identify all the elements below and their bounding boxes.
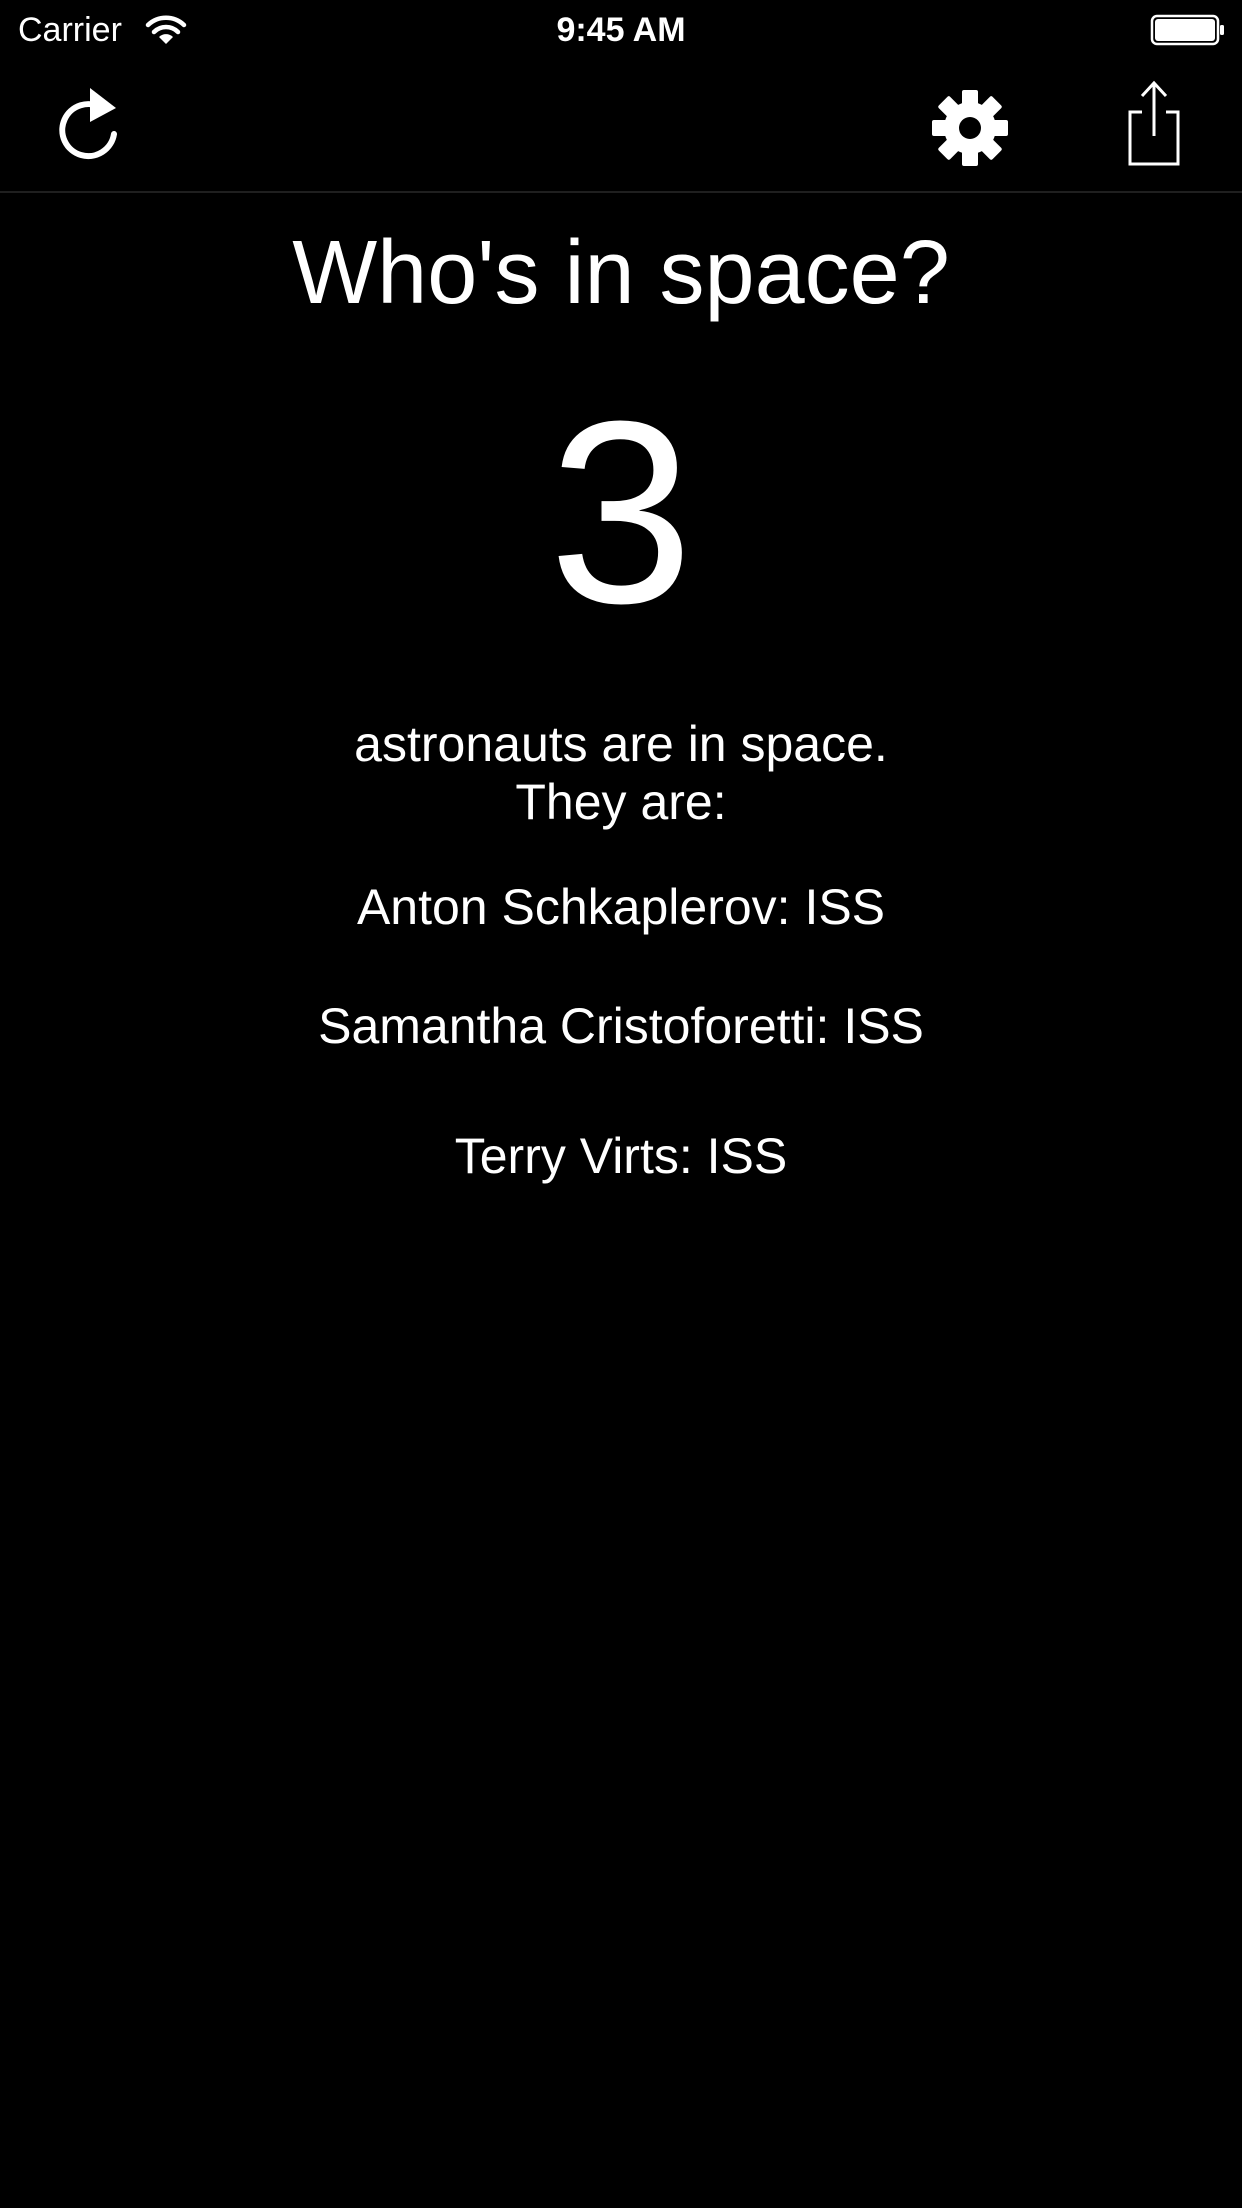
list-item: Anton Schkaplerov: ISS bbox=[356, 879, 886, 935]
app-screen: Carrier 9:45 AM Who's in space? 3 astron… bbox=[0, 0, 1242, 2208]
share-icon bbox=[1128, 80, 1180, 166]
summary-line: They are: bbox=[515, 774, 727, 830]
refresh-button[interactable] bbox=[50, 84, 126, 164]
gear-icon bbox=[932, 90, 1008, 166]
battery-icon bbox=[1150, 14, 1226, 46]
share-button[interactable] bbox=[1118, 78, 1190, 168]
list-item: Samantha Cristoforetti: ISS bbox=[318, 998, 924, 1054]
list-item: Terry Virts: ISS bbox=[454, 1128, 788, 1184]
summary-text: astronauts are in space. They are: bbox=[0, 715, 1242, 831]
status-bar: Carrier 9:45 AM bbox=[0, 0, 1242, 60]
toolbar bbox=[0, 60, 1242, 193]
astronaut-count: 3 bbox=[548, 368, 694, 658]
page-title: Who's in space? bbox=[292, 223, 950, 323]
refresh-icon bbox=[59, 88, 117, 160]
summary-line: astronauts are in space. bbox=[354, 716, 888, 772]
settings-button[interactable] bbox=[928, 86, 1012, 170]
status-time: 9:45 AM bbox=[556, 11, 686, 49]
